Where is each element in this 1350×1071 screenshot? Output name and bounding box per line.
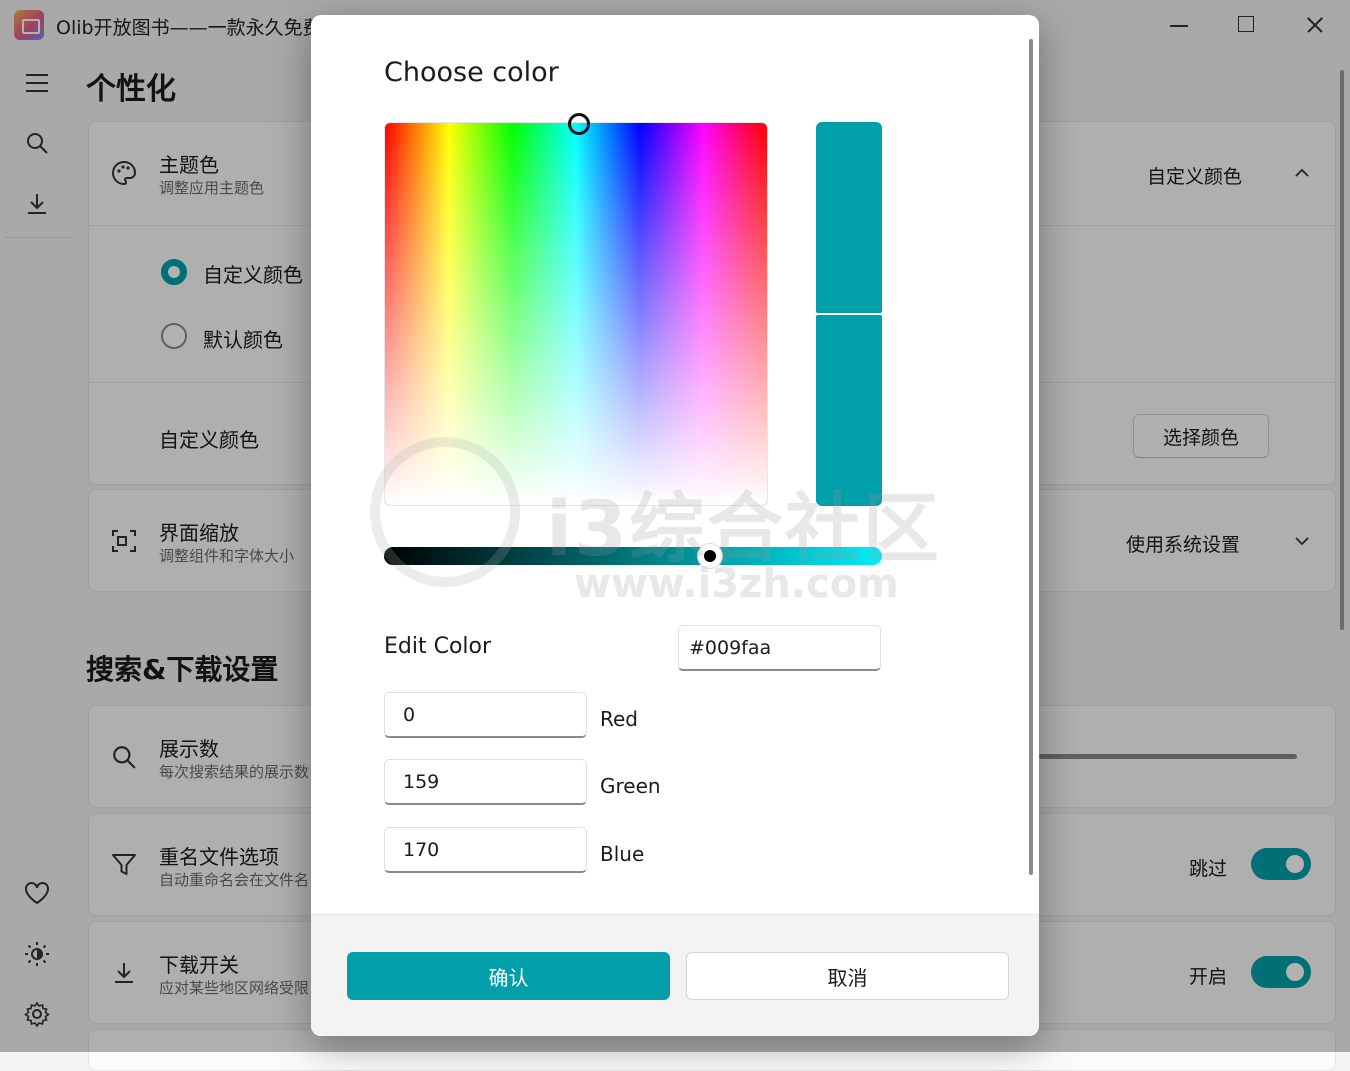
red-input[interactable]: 0 [384,692,587,738]
cancel-button[interactable]: 取消 [686,952,1009,1000]
blue-label: Blue [600,842,645,866]
confirm-button[interactable]: 确认 [347,952,670,1000]
red-label: Red [600,707,638,731]
value-slider-track[interactable] [384,547,882,565]
green-label: Green [600,774,661,798]
green-input[interactable]: 159 [384,759,587,805]
hex-input[interactable]: #009faa [678,625,881,671]
previous-color-preview [816,315,882,506]
blue-input[interactable]: 170 [384,827,587,873]
color-spectrum[interactable] [384,122,768,506]
selected-color-preview [816,122,882,313]
dialog-footer: 确认 取消 [311,914,1039,1036]
value-slider-thumb[interactable] [698,544,723,568]
edit-color-label: Edit Color [384,634,492,659]
dialog-scrollbar[interactable] [1029,39,1033,875]
dialog-title: Choose color [384,57,559,88]
color-picker-dialog: Choose color Edit Color #009faa 0 Red 15… [311,15,1039,1036]
spectrum-handle[interactable] [568,113,590,135]
